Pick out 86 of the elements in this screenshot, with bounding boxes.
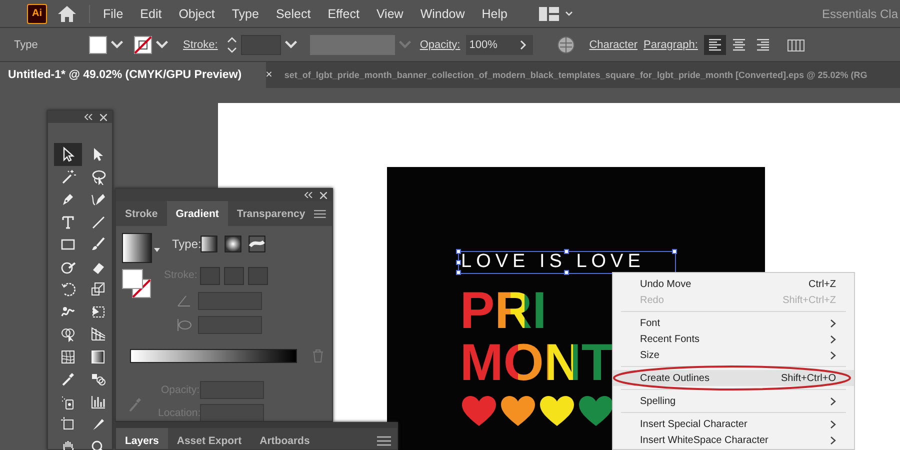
fill-stroke-swatches[interactable] — [122, 269, 152, 299]
line-icon — [90, 214, 106, 230]
radial-gradient-button[interactable] — [224, 235, 242, 253]
close-icon[interactable] — [100, 114, 107, 120]
stroke-swatch[interactable] — [134, 36, 152, 54]
wand-icon — [60, 168, 76, 185]
tool-button[interactable] — [54, 143, 82, 166]
bar-chart-icon — [90, 394, 106, 410]
menu-item[interactable]: Undo Move Ctrl+Z — [613, 276, 854, 292]
opacity-field[interactable]: 100% — [466, 34, 514, 54]
gradient-icon — [90, 348, 106, 365]
app-logo[interactable]: Ai — [27, 4, 47, 24]
type-icon — [60, 214, 76, 230]
align-center-icon — [730, 36, 747, 52]
knife-icon — [90, 416, 106, 432]
menu-item[interactable]: Insert Special Character — [613, 416, 854, 432]
shortcut-text: Shift+Ctrl+O — [780, 372, 836, 384]
caret-icon[interactable] — [154, 248, 160, 252]
caret-icon[interactable] — [564, 10, 572, 18]
collapse-icon[interactable] — [304, 192, 313, 198]
blend-icon — [90, 371, 106, 388]
brush-icon — [90, 236, 106, 252]
fill-swatch[interactable] — [89, 36, 107, 54]
chevron-right-icon — [830, 396, 836, 406]
tagline-text: LOVE IS LOVE — [461, 253, 645, 271]
align-left-icon — [706, 36, 723, 52]
menu-item[interactable]: Help — [480, 4, 508, 22]
menu-item[interactable]: Size — [613, 347, 854, 363]
selection-type-label: Type — [14, 38, 39, 50]
paragraph-link[interactable]: Paragraph: — [644, 38, 698, 50]
chevron-right-icon[interactable] — [513, 34, 534, 54]
align-right-icon — [754, 36, 771, 52]
menu-item[interactable]: Edit — [139, 4, 163, 22]
opacity-label[interactable]: Opacity: — [420, 38, 460, 50]
spinner-icon[interactable] — [226, 34, 238, 54]
stroke-weight-field[interactable] — [240, 34, 281, 54]
close-tab-button[interactable]: × — [266, 62, 280, 88]
menu-item[interactable]: View — [375, 4, 404, 22]
menu-item[interactable]: Effect — [326, 4, 360, 22]
rotate-icon — [60, 281, 76, 298]
home-icon[interactable] — [57, 4, 77, 22]
menu-item[interactable]: Object — [178, 4, 216, 22]
document-tab[interactable]: Untitled-1* @ 49.02% (CMYK/GPU Preview) — [0, 62, 266, 88]
eyedropper-icon — [60, 371, 76, 388]
shortcut-text: Ctrl+Z — [808, 278, 836, 290]
menu-item[interactable]: Spelling — [613, 393, 854, 409]
panel-tab[interactable]: Gradient — [166, 201, 228, 226]
spray-can-icon — [60, 394, 76, 410]
menu-item[interactable]: Create Outlines Shift+Ctrl+O — [613, 370, 854, 386]
gradient-swatch[interactable] — [122, 233, 152, 263]
type-label: Type: — [172, 237, 202, 251]
stroke-label[interactable]: Stroke: — [183, 38, 218, 50]
align-left-button[interactable] — [704, 34, 726, 54]
workspace-switcher[interactable]: Essentials Cla — [822, 6, 898, 20]
perspective-grid-icon — [90, 326, 106, 342]
menu-icon[interactable] — [377, 436, 391, 446]
shortcut-text: Shift+Ctrl+Z — [782, 294, 836, 306]
scale-icon — [90, 281, 106, 298]
menu-item[interactable]: Recent Fonts — [613, 331, 854, 347]
globe-icon[interactable] — [557, 36, 576, 54]
document-tab[interactable]: set_of_lgbt_pride_month_banner_collection_of_modern_black_templates_square_for_lgbt_pride_month [Converted].eps @ 25.02% (RG — [280, 62, 872, 88]
panel-tab[interactable]: Layers — [116, 428, 168, 449]
panel-tab[interactable]: Asset Export — [168, 428, 251, 449]
close-icon[interactable] — [320, 192, 327, 198]
panel-tab[interactable]: Transparency — [228, 201, 314, 226]
menu-item[interactable]: Type — [230, 4, 260, 22]
free-transform-icon — [90, 304, 106, 320]
artboard-icon — [60, 416, 76, 432]
lasso-icon — [90, 168, 106, 185]
character-link[interactable]: Character — [589, 38, 638, 50]
menu-icon[interactable] — [314, 208, 326, 218]
menu-item[interactable]: Insert WhiteSpace Character — [613, 432, 854, 448]
linear-gradient-button[interactable] — [200, 235, 218, 253]
mesh-icon — [60, 348, 76, 365]
panel-tab[interactable]: Artboards — [250, 428, 319, 449]
menu-item[interactable]: Select — [274, 4, 312, 22]
layout-icon[interactable] — [538, 6, 558, 20]
freeform-gradient-button[interactable] — [248, 235, 266, 253]
gradient-ramp[interactable] — [130, 349, 297, 363]
pen-icon — [60, 191, 76, 208]
menu-item[interactable]: Font — [613, 315, 854, 331]
shape-builder-icon — [60, 326, 76, 342]
panel-tab[interactable]: Stroke — [116, 201, 167, 226]
menu-item[interactable]: File — [102, 4, 124, 22]
collapse-icon[interactable] — [84, 114, 93, 120]
menu-item[interactable]: Window — [419, 4, 466, 22]
